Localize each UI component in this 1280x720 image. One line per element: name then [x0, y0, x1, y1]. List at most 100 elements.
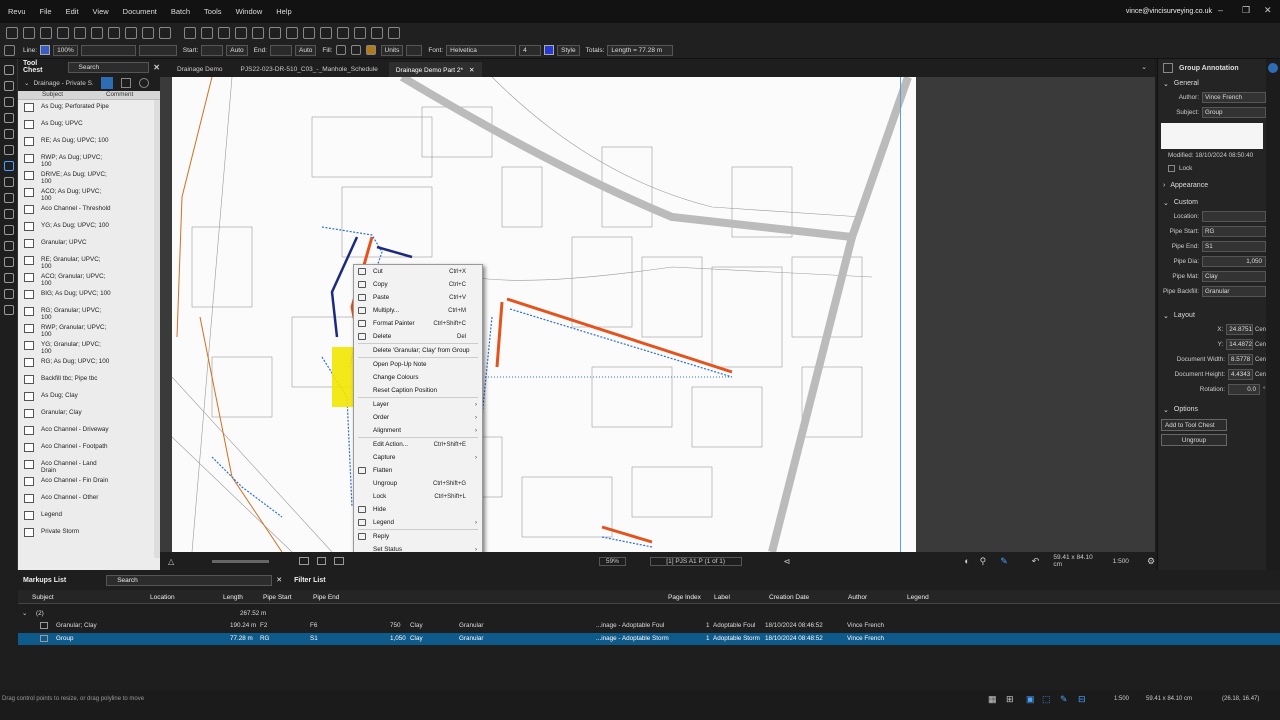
- tool-chest-item[interactable]: Aco Channel - Fin Drain: [18, 474, 154, 491]
- tool-chest-item[interactable]: Aco Channel - Land Drain: [18, 457, 154, 474]
- zoom-input[interactable]: 100%: [53, 44, 78, 56]
- menu-file[interactable]: File: [40, 7, 52, 16]
- context-menu-item[interactable]: Ungroup Ctrl+Shift+G: [354, 477, 482, 490]
- polygon-icon[interactable]: [108, 26, 120, 39]
- tool-chest-item[interactable]: YG; As Dug; UPVC; 100: [18, 219, 154, 236]
- measure-area-icon[interactable]: [252, 26, 264, 39]
- location-field[interactable]: [1202, 211, 1266, 222]
- tool-chest-item[interactable]: RE; As Dug; UPVC; 100: [18, 134, 154, 151]
- comment-box[interactable]: [1161, 123, 1263, 149]
- context-menu-item[interactable]: Lock Ctrl+Shift+L: [354, 490, 482, 503]
- measure-length-icon[interactable]: [218, 26, 230, 39]
- tool-chest-item[interactable]: ACO; Granular; UPVC; 100: [18, 270, 154, 287]
- tool-chest-item[interactable]: RE; Granular; UPVC; 100: [18, 253, 154, 270]
- search-person-icon[interactable]: ⚲: [980, 556, 987, 567]
- end-arrow-dropdown[interactable]: [270, 44, 293, 56]
- signatures-icon[interactable]: [3, 209, 14, 219]
- measurements-icon[interactable]: [3, 177, 14, 187]
- properties-mode-icon[interactable]: [101, 77, 114, 89]
- tool-chest-item[interactable]: Aco Channel - Driveway: [18, 423, 154, 440]
- tool-chest-item[interactable]: As Dug; UPVC: [18, 117, 154, 134]
- settings-icon[interactable]: [337, 26, 349, 39]
- layers-icon[interactable]: [3, 113, 14, 123]
- author-field[interactable]: Vince French: [1202, 92, 1266, 103]
- pipe-end-field[interactable]: S1: [1202, 241, 1266, 252]
- tool-chest-item[interactable]: As Dug; Perforated Pipe: [18, 100, 154, 117]
- pipe-backfill-field[interactable]: Granular: [1202, 286, 1266, 297]
- highlight-icon[interactable]: [40, 26, 52, 39]
- undo-icon[interactable]: ↶: [1032, 556, 1040, 567]
- text-color-swatch[interactable]: [544, 45, 555, 55]
- subject-field[interactable]: Group: [1202, 107, 1266, 118]
- cutout-icon[interactable]: [354, 26, 366, 39]
- tool-chest-item[interactable]: RG; Granular; UPVC; 100: [18, 304, 154, 321]
- collapse-chevron-icon[interactable]: ⌄: [24, 79, 29, 87]
- table-row[interactable]: Group 77.28 m RG S1 1,050 Clay Granular ...inag…: [18, 633, 1280, 645]
- column-header[interactable]: Location: [150, 594, 175, 601]
- snap-content-icon[interactable]: ▣: [1026, 694, 1035, 705]
- start-arrow-dropdown[interactable]: [201, 44, 224, 56]
- pipe-start-field[interactable]: RG: [1202, 226, 1266, 237]
- tab-manhole-schedule[interactable]: PJS22-023-DR-510_C03_-_Manhole_Schedule: [234, 62, 385, 77]
- stamp-icon[interactable]: [142, 26, 154, 39]
- context-menu-item[interactable]: Order ›: [354, 411, 482, 424]
- menu-window[interactable]: Window: [236, 7, 263, 16]
- context-menu-item[interactable]: Flatten: [354, 464, 482, 477]
- split-view-icon[interactable]: [316, 557, 327, 565]
- line-color-swatch[interactable]: [40, 45, 51, 55]
- tool-chest-item[interactable]: Private Storm: [18, 525, 154, 542]
- restore-icon[interactable]: ❐: [1242, 5, 1250, 16]
- properties-icon[interactable]: [3, 145, 14, 155]
- close-search-icon[interactable]: ✕: [276, 576, 282, 584]
- expand-chevron-icon[interactable]: ⌄: [22, 610, 27, 617]
- volume-icon[interactable]: [320, 26, 332, 39]
- section-appearance[interactable]: › Appearance: [1158, 179, 1266, 192]
- markups-icon[interactable]: [3, 273, 14, 283]
- section-custom[interactable]: ⌄ Custom: [1158, 196, 1266, 209]
- menu-tools[interactable]: Tools: [204, 7, 222, 16]
- redo-icon[interactable]: [184, 26, 196, 39]
- align-dropdown[interactable]: [406, 44, 423, 56]
- tool-chest-item[interactable]: RWP; As Dug; UPVC; 100: [18, 151, 154, 168]
- close-icon[interactable]: ✕: [1264, 5, 1272, 16]
- column-header[interactable]: Legend: [907, 594, 929, 601]
- table-row-group-header[interactable]: ⌄ (2) 267.52 m: [18, 608, 1280, 620]
- tool-chest-item[interactable]: Aco Channel - Threshold: [18, 202, 154, 219]
- section-options[interactable]: ⌄ Options: [1158, 403, 1266, 416]
- rotation-stepper[interactable]: 0.0: [1228, 384, 1260, 395]
- settings-gear-icon[interactable]: ⚙: [1147, 556, 1155, 567]
- flag-icon[interactable]: [201, 26, 213, 39]
- eraser-icon[interactable]: [57, 26, 69, 39]
- doc-height-field[interactable]: 4.4343: [1228, 369, 1253, 380]
- tool-chest-item[interactable]: Backfill tbc; Pipe tbc: [18, 372, 154, 389]
- y-field[interactable]: 14.4872: [1226, 339, 1253, 350]
- context-menu-item[interactable]: Cut Ctrl+X: [354, 265, 482, 278]
- select-tool-icon[interactable]: [6, 26, 18, 39]
- warning-icon[interactable]: △: [168, 557, 174, 566]
- scale-label[interactable]: 1:500: [1113, 558, 1129, 565]
- ungroup-button[interactable]: Ungroup: [1161, 434, 1227, 446]
- tool-chest-item[interactable]: Granular; UPVC: [18, 236, 154, 253]
- perimeter-icon[interactable]: [388, 26, 400, 39]
- context-menu-item[interactable]: Format Painter Ctrl+Shift+C: [354, 317, 482, 330]
- tool-chest-item[interactable]: BIG; As Dug; UPVC; 100: [18, 287, 154, 304]
- tool-chest-item[interactable]: Aco Channel - Other: [18, 491, 154, 508]
- brush-icon[interactable]: [3, 305, 14, 315]
- font-color-icon[interactable]: [365, 45, 376, 55]
- reuse-icon[interactable]: ✎: [1060, 694, 1068, 705]
- context-menu-item[interactable]: Multiply... Ctrl+M: [354, 304, 482, 317]
- calibrate-icon[interactable]: [371, 26, 383, 39]
- bookmarks-icon[interactable]: [3, 81, 14, 91]
- tool-chest-item[interactable]: YG; Granular; UPVC; 100: [18, 338, 154, 355]
- markup-pen-icon[interactable]: ✎: [1000, 556, 1008, 567]
- context-menu-item[interactable]: Copy Ctrl+C: [354, 278, 482, 291]
- context-menu-item[interactable]: Alignment ›: [354, 424, 482, 437]
- image-icon[interactable]: [125, 26, 137, 39]
- ellipse-icon[interactable]: [91, 26, 103, 39]
- user-account[interactable]: vince@vincisurveying.co.uk: [1126, 8, 1212, 15]
- units-dropdown[interactable]: Units: [380, 44, 404, 56]
- close-tab-icon[interactable]: ✕: [469, 67, 474, 74]
- snap-icon[interactable]: [4, 44, 15, 56]
- single-page-icon[interactable]: [299, 557, 309, 565]
- tool-chest-item[interactable]: Granular; Clay: [18, 406, 154, 423]
